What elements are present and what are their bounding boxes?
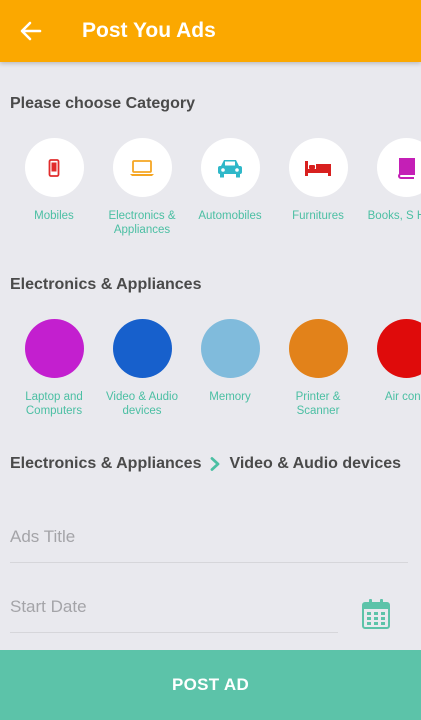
- back-button[interactable]: [0, 0, 62, 62]
- page-title: Post You Ads: [82, 19, 216, 42]
- ads-title-field: [10, 527, 408, 563]
- subcategory-label: Printer & Scanner: [295, 391, 341, 417]
- laptop-icon: [130, 159, 154, 176]
- category-label: Books, S Hobb: [367, 210, 421, 222]
- subcategory-circle: [288, 319, 348, 378]
- book-icon: [398, 157, 415, 179]
- subcategory-circle: [376, 319, 421, 378]
- category-section-title: Please choose Category: [10, 95, 195, 112]
- breadcrumb-current: Video & Audio devices: [229, 455, 402, 472]
- category-item-electronics[interactable]: Electronics & Appliances: [98, 138, 186, 237]
- subcategory-label: Video & Audio devices: [105, 391, 179, 417]
- category-label: Furnitures: [292, 210, 344, 222]
- bed-icon: [305, 160, 331, 176]
- subcategory-item-memory[interactable]: Memory: [186, 319, 274, 404]
- subcategory-circle: [200, 319, 260, 378]
- category-circle: [112, 138, 172, 197]
- calendar-button[interactable]: [361, 598, 391, 630]
- subcategory-item-video-audio[interactable]: Video & Audio devices: [98, 319, 186, 418]
- subcategory-label: Memory: [209, 391, 251, 403]
- start-date-field: [10, 597, 338, 633]
- category-circle: [376, 138, 421, 197]
- breadcrumb: Electronics & Appliances Video & Audio d…: [10, 455, 401, 473]
- category-item-furnitures[interactable]: Furnitures: [274, 138, 362, 223]
- subcategory-circle: [112, 319, 172, 378]
- subcategory-label: Air cond: [384, 391, 421, 403]
- chevron-right-icon: [209, 457, 221, 471]
- subcategory-circle: [24, 319, 84, 378]
- mobile-phone-icon: [48, 158, 60, 177]
- category-label: Automobiles: [198, 210, 262, 222]
- category-item-books[interactable]: Books, S Hobb: [362, 138, 421, 223]
- app-header: Post You Ads: [0, 0, 421, 62]
- category-circle: [200, 138, 260, 197]
- subcategory-section-title: Electronics & Appliances: [10, 276, 202, 293]
- start-date-input[interactable]: [10, 597, 338, 617]
- subcategory-item-air-conditioner[interactable]: Air cond: [362, 319, 421, 404]
- category-item-mobiles[interactable]: Mobiles: [10, 138, 98, 223]
- ads-title-input[interactable]: [10, 527, 408, 547]
- subcategory-item-printer[interactable]: Printer & Scanner: [274, 319, 362, 418]
- car-icon: [218, 159, 242, 177]
- breadcrumb-parent[interactable]: Electronics & Appliances: [10, 455, 201, 473]
- category-item-automobiles[interactable]: Automobiles: [186, 138, 274, 223]
- category-label: Electronics & Appliances: [108, 210, 176, 236]
- subcategory-row: Laptop and Computers Video & Audio devic…: [0, 319, 421, 419]
- subcategory-item-laptop[interactable]: Laptop and Computers: [10, 319, 98, 418]
- calendar-icon: [362, 599, 390, 629]
- subcategory-label: Laptop and Computers: [25, 391, 83, 417]
- arrow-left-icon: [20, 21, 42, 41]
- category-circle: [288, 138, 348, 197]
- category-row: Mobiles Electronics & Appliances Automob…: [0, 138, 421, 238]
- post-ad-button[interactable]: POST AD: [0, 650, 421, 720]
- category-label: Mobiles: [34, 210, 74, 222]
- category-circle: [24, 138, 84, 197]
